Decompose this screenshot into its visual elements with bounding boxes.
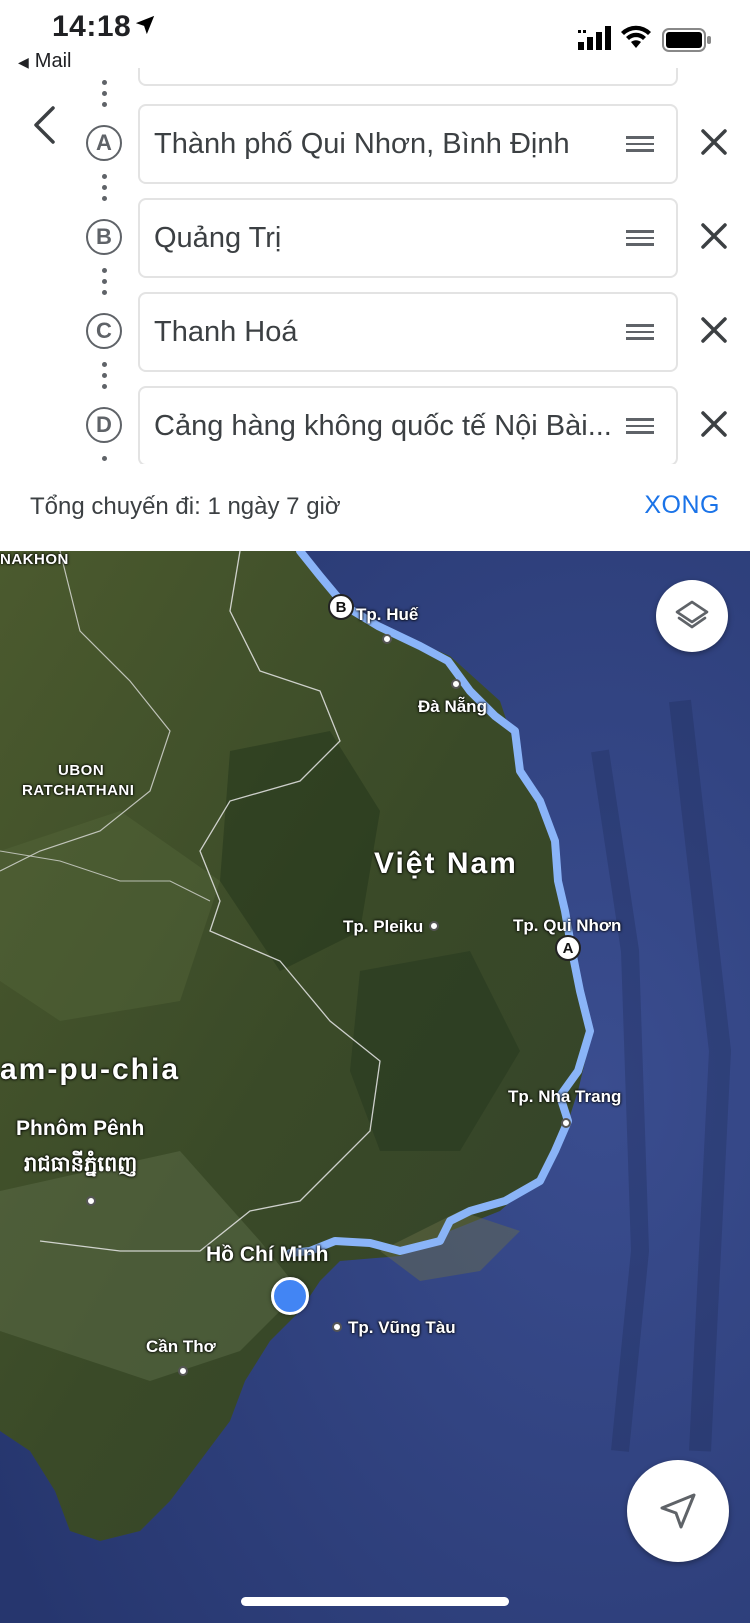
close-icon [701, 411, 727, 437]
map-label-viet-nam: Việt Nam [374, 847, 518, 880]
city-dot-phnom-penh [86, 1196, 96, 1206]
layers-icon [675, 600, 709, 629]
map-label-da-nang: Đà Nẵng [418, 697, 487, 716]
map-label-ho-chi-minh: Hồ Chí Minh [206, 1243, 329, 1266]
stop-marker-a: A [86, 125, 122, 161]
wifi-icon [621, 25, 651, 48]
map-label-pleiku: Tp. Pleiku [343, 917, 424, 936]
drag-handle-icon[interactable] [626, 418, 654, 436]
city-dot-pleiku [429, 921, 439, 931]
route-pin-a[interactable]: A [555, 935, 581, 961]
map-label-qui-nhon: Tp. Qui Nhơn [513, 916, 622, 935]
remove-stop-c-button[interactable] [694, 310, 734, 350]
map-layers-button[interactable] [656, 580, 728, 652]
map-label-nakhon: NAKHON [0, 551, 69, 568]
city-dot-can-tho [178, 1366, 188, 1376]
map-label-vung-tau: Tp. Vũng Tàu [348, 1318, 456, 1337]
status-time: 14:18 [52, 10, 132, 43]
home-indicator[interactable] [241, 1597, 509, 1606]
route-pin-b[interactable]: B [328, 594, 354, 620]
map-label-phnom-penh-khmer: រាជធានីភ្នំពេញ [24, 1153, 138, 1176]
map-terrain [0, 551, 750, 1623]
stop-marker-b: B [86, 219, 122, 255]
cellular-signal-icon [578, 26, 611, 50]
stop-input-c-text: Thanh Hoá [154, 316, 298, 348]
stop-marker-c: C [86, 313, 122, 349]
map-label-ratchathani: RATCHATHANI [22, 782, 135, 799]
map-label-nha-trang: Tp. Nha Trang [508, 1087, 622, 1106]
stop-input-a[interactable]: Thành phố Qui Nhơn, Bình Định [138, 104, 678, 184]
navigation-arrow-icon [660, 1493, 696, 1529]
city-dot-da-nang [451, 679, 461, 689]
stops-panel: A Thành phố Qui Nhơn, Bình Định B Quảng … [0, 68, 750, 464]
done-button[interactable]: XONG [644, 491, 720, 520]
drag-handle-icon[interactable] [626, 324, 654, 342]
close-icon [701, 223, 727, 249]
remove-stop-d-button[interactable] [694, 404, 734, 444]
map-label-ubon: UBON [58, 762, 105, 779]
trip-total-duration: Tổng chuyến đi: 1 ngày 7 giờ [30, 493, 341, 520]
city-dot-vung-tau [332, 1322, 342, 1332]
previous-stop-field[interactable] [138, 68, 678, 86]
stop-input-c[interactable]: Thanh Hoá [138, 292, 678, 372]
stop-input-d-text: Cảng hàng không quốc tế Nội Bài... [154, 410, 612, 442]
close-icon [701, 129, 727, 155]
stop-input-b-text: Quảng Trị [154, 222, 282, 254]
trip-summary-bar: Tổng chuyến đi: 1 ngày 7 giờ XONG [0, 465, 750, 551]
stop-input-d[interactable]: Cảng hàng không quốc tế Nội Bài... [138, 386, 678, 464]
remove-stop-a-button[interactable] [694, 122, 734, 162]
stop-row-b: B Quảng Trị [0, 198, 750, 278]
my-location-dot [271, 1277, 309, 1315]
stop-row-d: D Cảng hàng không quốc tế Nội Bài... [0, 386, 750, 464]
map-label-can-tho: Cần Thơ [146, 1337, 216, 1356]
stop-input-a-text: Thành phố Qui Nhơn, Bình Định [154, 128, 570, 160]
connector-dots [102, 456, 107, 464]
satellite-map[interactable]: NAKHON B Tp. Huế Đà Nẵng UBON RATCHATHAN… [0, 551, 750, 1623]
location-arrow-icon [135, 15, 155, 35]
start-navigation-button[interactable] [627, 1460, 729, 1562]
drag-handle-icon[interactable] [626, 136, 654, 154]
city-dot-hue [382, 634, 392, 644]
map-label-hue: Tp. Huế [356, 605, 419, 624]
remove-stop-b-button[interactable] [694, 216, 734, 256]
drag-handle-icon[interactable] [626, 230, 654, 248]
close-icon [701, 317, 727, 343]
stop-input-b[interactable]: Quảng Trị [138, 198, 678, 278]
city-dot-nha-trang [561, 1118, 571, 1128]
battery-icon [662, 28, 711, 52]
stop-row-a: A Thành phố Qui Nhơn, Bình Định [0, 104, 750, 184]
map-label-phnom-penh: Phnôm Pênh [16, 1117, 145, 1140]
stop-row-c: C Thanh Hoá [0, 292, 750, 372]
stop-marker-d: D [86, 407, 122, 443]
map-label-cam-pu-chia: am-pu-chia [0, 1053, 181, 1086]
